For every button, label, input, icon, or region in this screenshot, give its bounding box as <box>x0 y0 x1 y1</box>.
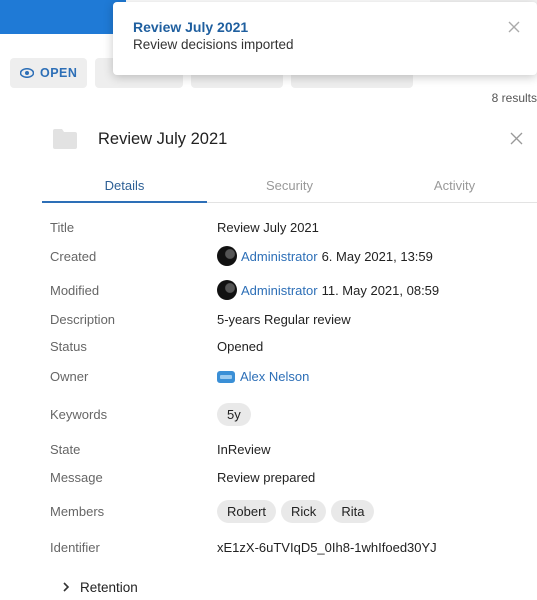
detail-value: InReview <box>217 442 271 457</box>
chevron-right-icon <box>63 582 70 592</box>
panel-header: Review July 2021 <box>52 124 537 154</box>
detail-value: 5-years Regular review <box>217 312 351 327</box>
detail-row-keywords: Keywords 5y <box>50 403 537 426</box>
detail-row-modified: Modified Administrator 11. May 2021, 08:… <box>50 280 537 300</box>
toast-title: Review July 2021 <box>133 19 249 35</box>
owner-link[interactable]: Alex Nelson <box>240 369 309 384</box>
detail-value: Opened <box>217 339 264 354</box>
retention-label: Retention <box>80 579 138 595</box>
detail-label: Modified <box>50 282 100 298</box>
eye-icon <box>20 68 34 78</box>
detail-row-message: Message Review prepared <box>50 470 537 485</box>
detail-label: Members <box>50 504 105 519</box>
member-chip[interactable]: Rick <box>281 500 327 523</box>
detail-value: Robert Rick Rita <box>217 500 379 523</box>
detail-row-status: Status Opened <box>50 339 537 354</box>
detail-row-title: Title Review July 2021 <box>50 220 537 235</box>
folder-icon <box>53 129 77 149</box>
detail-value: Review prepared <box>217 470 316 485</box>
close-icon[interactable] <box>507 20 521 34</box>
detail-label: State <box>50 442 81 457</box>
avatar <box>217 246 237 266</box>
detail-value: Administrator 11. May 2021, 08:59 <box>217 280 439 300</box>
detail-label: Status <box>50 339 87 354</box>
open-button[interactable]: OPEN <box>10 58 88 88</box>
detail-value: Alex Nelson <box>217 369 309 384</box>
results-count: 8 results <box>491 91 537 105</box>
detail-row-members: Members Robert Rick Rita <box>50 500 537 523</box>
created-date: 6. May 2021, 13:59 <box>321 248 433 264</box>
detail-label: Description <box>50 312 116 327</box>
detail-row-identifier: Identifier xE1zX-6uTVIqD5_0Ih8-1whIfoed3… <box>50 540 537 555</box>
member-chip[interactable]: Robert <box>217 500 277 523</box>
open-button-label: OPEN <box>40 66 78 80</box>
user-card-icon <box>217 370 235 383</box>
app-bar <box>0 0 126 34</box>
tab-details[interactable]: Details <box>42 171 207 203</box>
detail-label: Owner <box>50 369 89 384</box>
retention-section-toggle[interactable]: Retention <box>58 579 138 595</box>
created-by-link[interactable]: Administrator <box>241 249 318 264</box>
detail-row-owner: Owner Alex Nelson <box>50 369 537 384</box>
notification-toast: Review July 2021 Review decisions import… <box>113 2 537 75</box>
detail-label: Created <box>50 248 97 264</box>
detail-label: Identifier <box>50 540 100 555</box>
tab-activity[interactable]: Activity <box>372 171 537 202</box>
detail-value: Administrator 6. May 2021, 13:59 <box>217 246 433 266</box>
toast-message: Review decisions imported <box>133 37 294 52</box>
detail-value: 5y <box>217 403 256 426</box>
detail-label: Message <box>50 470 103 485</box>
panel-title: Review July 2021 <box>98 129 228 148</box>
tab-security[interactable]: Security <box>207 171 372 202</box>
detail-row-description: Description 5-years Regular review <box>50 312 537 327</box>
keyword-chip[interactable]: 5y <box>217 403 251 426</box>
modified-date: 11. May 2021, 08:59 <box>321 282 440 298</box>
detail-row-state: State InReview <box>50 442 537 457</box>
modified-by-link[interactable]: Administrator <box>241 283 318 298</box>
member-chip[interactable]: Rita <box>331 500 375 523</box>
detail-label: Title <box>50 220 75 235</box>
avatar <box>217 280 237 300</box>
detail-value: Review July 2021 <box>217 220 319 235</box>
tab-bar: Details Security Activity <box>42 171 537 203</box>
detail-label: Keywords <box>50 407 108 422</box>
detail-value: xE1zX-6uTVIqD5_0Ih8-1whIfoed30YJ <box>217 540 437 555</box>
detail-row-created: Created Administrator 6. May 2021, 13:59 <box>50 246 537 266</box>
close-icon[interactable] <box>510 132 523 145</box>
